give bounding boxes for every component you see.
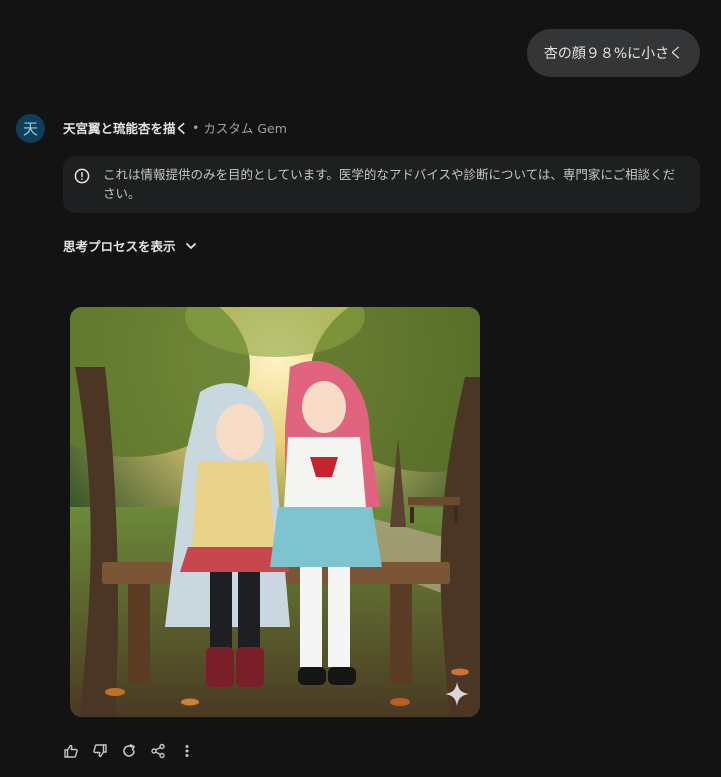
info-circle-icon <box>74 168 90 184</box>
gem-avatar: 天 <box>16 114 45 143</box>
redo-icon <box>123 744 135 757</box>
more-vert-icon <box>185 745 189 757</box>
user-message-bubble: 杏の顔９８%に小さく <box>527 29 700 77</box>
chevron-down-icon <box>185 242 196 249</box>
gem-header: 天宮翼と琉能杏を描く • カスタム Gem <box>63 118 287 137</box>
share-button[interactable] <box>149 742 167 760</box>
chat-page: 杏の顔９８%に小さく 天 天宮翼と琉能杏を描く • カスタム Gem これは情報… <box>0 0 721 777</box>
share-icon <box>151 743 165 759</box>
show-thinking-label: 思考プロセスを表示 <box>63 239 176 254</box>
disclaimer-text: これは情報提供のみを目的としています。医学的なアドバイスや診断については、専門家… <box>103 167 676 201</box>
thumbs-down-icon <box>93 744 107 758</box>
gem-name[interactable]: 天宮翼と琉能杏を描く <box>63 118 188 137</box>
user-message-text: 杏の顔９８%に小さく <box>543 46 684 62</box>
park-bench-illustration <box>70 307 480 717</box>
more-options-button[interactable] <box>178 742 196 760</box>
response-actions <box>62 742 207 760</box>
thumbs-up-icon <box>64 744 78 758</box>
thumbs-up-button[interactable] <box>62 742 80 760</box>
gem-avatar-text: 天 <box>22 120 38 138</box>
gem-type: カスタム Gem <box>203 121 287 136</box>
gem-separator: • <box>192 120 200 135</box>
thumbs-down-button[interactable] <box>91 742 109 760</box>
disclaimer-card: これは情報提供のみを目的としています。医学的なアドバイスや診断については、専門家… <box>63 156 700 213</box>
generated-image[interactable] <box>70 307 480 717</box>
redo-button[interactable] <box>120 742 138 760</box>
show-thinking-toggle[interactable]: 思考プロセスを表示 <box>63 236 197 255</box>
